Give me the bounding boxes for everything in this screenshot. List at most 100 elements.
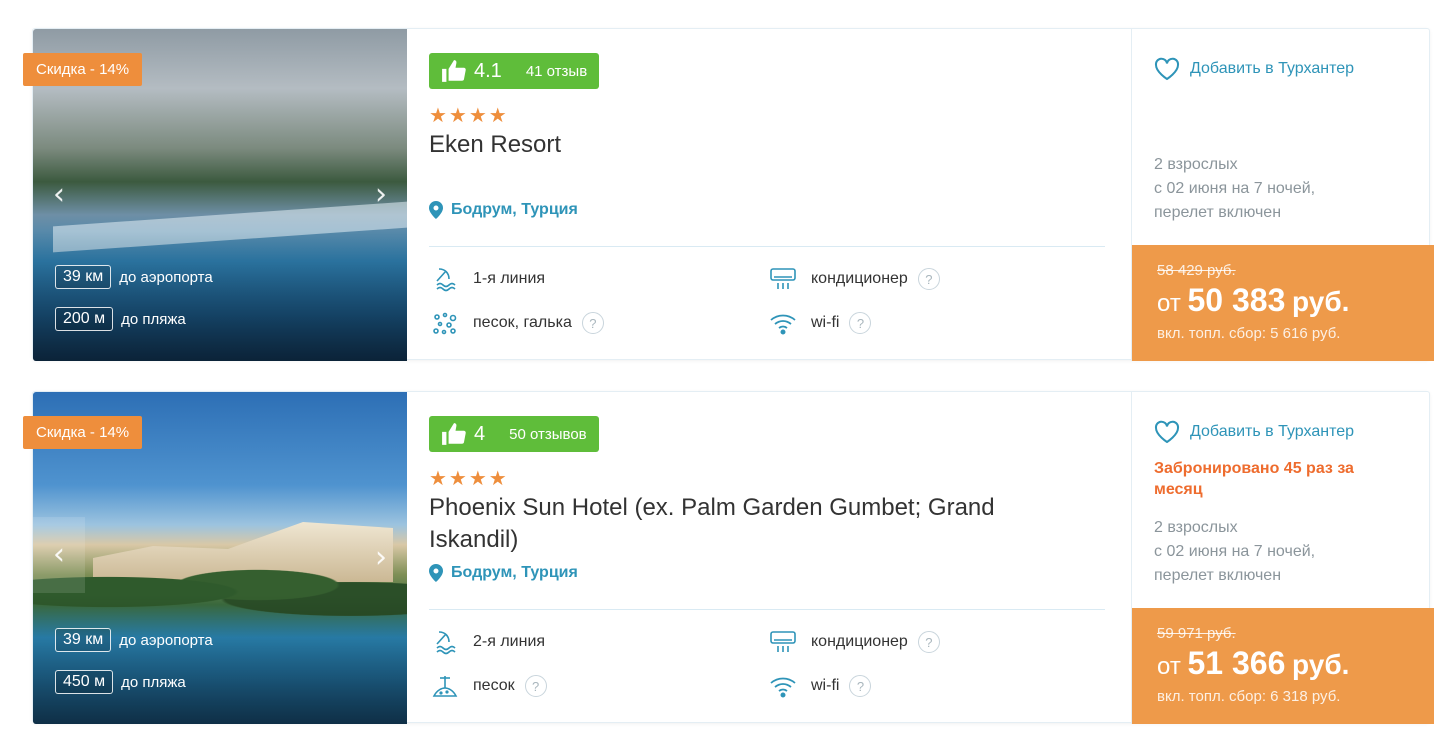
feature-beach-line: 1-я линия	[431, 265, 545, 293]
feature-beach-line: 2-я линия	[431, 628, 545, 656]
price-prefix: от	[1157, 653, 1181, 680]
help-icon[interactable]: ?	[581, 312, 604, 334]
hotel-card[interactable]: ‹ › 39 км до аэропорта 200 м до пляжа Ск…	[23, 28, 1434, 361]
old-price: 59 971 руб.	[1157, 625, 1236, 642]
hotel-info: 4.1 41 отзыв ★★★★ Eken Resort Бодрум, Ту…	[429, 29, 1105, 361]
feature-wifi: wi-fi ?	[769, 672, 872, 700]
terms-line: с 02 июня на 7 ночей,	[1154, 543, 1316, 560]
air-conditioner-icon	[770, 268, 796, 289]
feature-wifi: wi-fi ?	[769, 309, 872, 337]
photo-shade	[33, 594, 407, 724]
feature-label: 1-я линия	[473, 270, 546, 287]
photo-shade	[33, 231, 407, 361]
photo-next-arrow-icon[interactable]: ›	[371, 179, 391, 211]
terms-line: 2 взрослых	[1154, 519, 1238, 536]
feature-label: песок, галька	[473, 314, 572, 331]
terms-line: 2 взрослых	[1154, 156, 1238, 173]
wifi-icon	[770, 314, 796, 335]
map-pin-icon	[429, 201, 443, 219]
thumbs-up-icon	[442, 60, 466, 82]
price-amount: 51 366	[1187, 645, 1286, 681]
add-to-favorites-button[interactable]: Добавить в Турхантер	[1154, 420, 1354, 444]
airport-distance: 39 км до аэропорта	[55, 628, 213, 652]
distance-label: до пляжа	[121, 310, 186, 328]
price-currency: руб.	[1292, 286, 1350, 317]
rating-badge[interactable]: 4.1 41 отзыв	[429, 53, 600, 89]
hotel-info: 4 50 отзывов ★★★★ Phoenix Sun Hotel (ex.…	[429, 392, 1105, 724]
feature-beach-type: песок, галька ?	[431, 309, 604, 337]
old-price: 58 429 руб.	[1157, 262, 1236, 279]
wifi-icon	[770, 677, 796, 698]
price-button[interactable]: 59 971 руб. от 51 366 руб. вкл. топл. сб…	[1132, 608, 1434, 724]
price-prefix: от	[1157, 290, 1181, 317]
heart-icon	[1154, 420, 1180, 444]
map-pin-icon	[429, 564, 443, 582]
hotel-name[interactable]: Eken Resort	[429, 129, 1069, 161]
sand-pebble-icon	[433, 312, 457, 335]
hotel-card[interactable]: ‹ › 39 км до аэропорта 450 м до пляжа Ск…	[23, 391, 1434, 724]
price-amount: 50 383	[1187, 282, 1286, 318]
distance-value: 200 м	[55, 307, 114, 331]
rating-badge[interactable]: 4 50 отзывов	[429, 416, 599, 452]
divider	[429, 246, 1105, 247]
terms-line: с 02 июня на 7 ночей,	[1154, 180, 1316, 197]
current-price: от 50 383 руб.	[1157, 282, 1349, 319]
current-price: от 51 366 руб.	[1157, 645, 1349, 682]
help-icon[interactable]: ?	[917, 268, 940, 290]
feature-label: wi-fi	[811, 314, 840, 331]
feature-label: 2-я линия	[473, 633, 546, 650]
distance-value: 39 км	[55, 628, 112, 652]
price-currency: руб.	[1292, 649, 1350, 680]
fuel-surcharge: вкл. топл. сбор: 5 616 руб.	[1157, 325, 1341, 342]
beach-line-icon	[436, 268, 456, 292]
feature-ac: кондиционер ?	[769, 265, 940, 293]
distance-label: до аэропорта	[119, 268, 213, 286]
terms-line: перелет включен	[1154, 567, 1282, 584]
hotel-location[interactable]: Бодрум, Турция	[429, 564, 578, 582]
distance-label: до пляжа	[121, 673, 186, 691]
hotel-location[interactable]: Бодрум, Турция	[429, 201, 578, 219]
price-button[interactable]: 58 429 руб. от 50 383 руб. вкл. топл. сб…	[1132, 245, 1434, 361]
add-to-favorites-button[interactable]: Добавить в Турхантер	[1154, 57, 1354, 81]
star-rating: ★★★★	[429, 103, 509, 127]
rating-score: 4.1	[474, 59, 502, 82]
feature-label: кондиционер	[811, 270, 908, 287]
reviews-count[interactable]: 50 отзывов	[509, 426, 587, 443]
thumbs-up-icon	[442, 423, 466, 445]
distance-value: 39 км	[55, 265, 112, 289]
tour-terms: 2 взрослых с 02 июня на 7 ночей, перелет…	[1154, 153, 1315, 225]
discount-badge: Скидка - 14%	[23, 53, 143, 86]
feature-label: песок	[473, 677, 515, 694]
distance-label: до аэропорта	[119, 631, 213, 649]
help-icon[interactable]: ?	[849, 312, 872, 334]
favorites-label: Добавить в Турхантер	[1190, 423, 1355, 440]
heart-icon	[1154, 57, 1180, 81]
booking-panel: Добавить в Турхантер Забронировано 45 ра…	[1131, 392, 1434, 724]
beach-line-icon	[436, 631, 456, 655]
hotel-name[interactable]: Phoenix Sun Hotel (ex. Palm Garden Gumbe…	[429, 492, 1069, 556]
tour-terms: 2 взрослых с 02 июня на 7 ночей, перелет…	[1154, 516, 1315, 588]
fuel-surcharge: вкл. топл. сбор: 6 318 руб.	[1157, 688, 1341, 705]
divider	[429, 609, 1105, 610]
location-label: Бодрум, Турция	[451, 564, 578, 581]
photo-prev-arrow-icon[interactable]: ‹	[49, 179, 69, 211]
sand-icon	[432, 676, 458, 697]
beach-distance: 200 м до пляжа	[55, 307, 186, 331]
feature-label: кондиционер	[811, 633, 908, 650]
feature-label: wi-fi	[811, 677, 840, 694]
photo-prev-arrow-icon[interactable]: ‹	[33, 517, 85, 593]
rating-score: 4	[474, 422, 486, 445]
beach-distance: 450 м до пляжа	[55, 670, 186, 694]
help-icon[interactable]: ?	[524, 675, 547, 697]
photo-next-arrow-icon[interactable]: ›	[371, 542, 391, 574]
help-icon[interactable]: ?	[917, 631, 940, 653]
booked-count-note: Забронировано 45 раз за месяц	[1154, 460, 1354, 498]
favorites-label: Добавить в Турхантер	[1190, 60, 1355, 77]
reviews-count[interactable]: 41 отзыв	[526, 63, 587, 80]
star-rating: ★★★★	[429, 466, 509, 490]
location-label: Бодрум, Турция	[451, 201, 578, 218]
help-icon[interactable]: ?	[849, 675, 872, 697]
airport-distance: 39 км до аэропорта	[55, 265, 213, 289]
terms-line: перелет включен	[1154, 204, 1282, 221]
air-conditioner-icon	[770, 631, 796, 652]
